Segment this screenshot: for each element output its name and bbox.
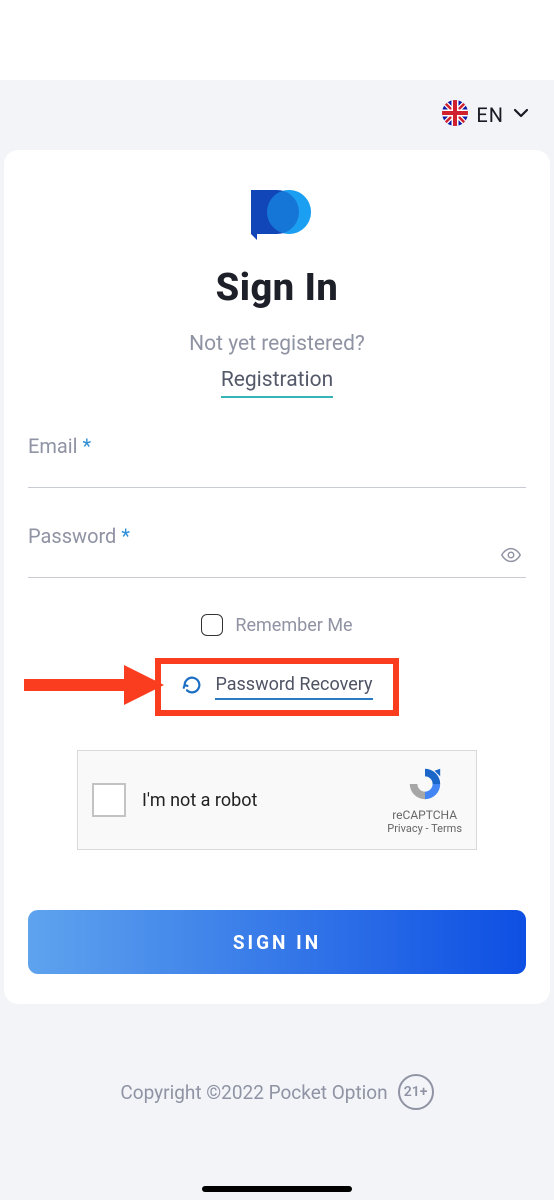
language-selector[interactable]: EN	[442, 100, 530, 130]
required-mark: *	[121, 524, 130, 548]
highlight-arrow-icon	[24, 665, 164, 709]
recaptcha-brand: reCAPTCHA	[387, 808, 462, 822]
uk-flag-icon	[442, 100, 468, 130]
remember-label: Remember Me	[235, 615, 352, 636]
footer: Copyright ©2022 Pocket Option 21+	[0, 1074, 554, 1110]
toggle-password-visibility-icon[interactable]	[500, 544, 522, 570]
chevron-down-icon	[512, 104, 530, 126]
recaptcha-logo-icon	[406, 793, 444, 806]
recaptcha-branding: reCAPTCHA Privacy - Terms	[387, 765, 462, 835]
email-label-text: Email	[28, 434, 78, 458]
password-field-wrap: Password *	[28, 524, 526, 578]
remember-me[interactable]: Remember Me	[28, 614, 526, 636]
refresh-icon	[181, 674, 203, 700]
top-bar: EN	[0, 80, 554, 150]
home-indicator	[202, 1186, 352, 1192]
checkbox-icon[interactable]	[201, 614, 223, 636]
prompt-text: Not yet registered?	[28, 332, 526, 356]
password-label-text: Password	[28, 524, 116, 548]
copyright-text: Copyright ©2022 Pocket Option	[120, 1081, 387, 1104]
password-label: Password *	[28, 524, 130, 548]
divider	[28, 577, 526, 578]
email-field-wrap: Email *	[28, 434, 526, 488]
page-title: Sign In	[28, 266, 526, 310]
recaptcha-text: I'm not a robot	[142, 790, 371, 811]
recaptcha-links[interactable]: Privacy - Terms	[387, 822, 462, 835]
status-bar-spacer	[0, 0, 554, 80]
signin-card: Sign In Not yet registered? Registration…	[4, 150, 550, 1004]
password-recovery-link[interactable]: Password Recovery	[215, 674, 372, 700]
recaptcha-checkbox[interactable]	[92, 783, 126, 817]
brand-logo	[28, 186, 526, 242]
sign-in-button[interactable]: SIGN IN	[28, 910, 526, 974]
recaptcha-widget[interactable]: I'm not a robot reCAPTCHA Privacy - Term…	[77, 750, 477, 850]
password-recovery-area: Password Recovery	[28, 658, 526, 716]
age-badge: 21+	[398, 1074, 434, 1110]
registration-link[interactable]: Registration	[221, 368, 333, 398]
divider	[28, 487, 526, 488]
highlight-box: Password Recovery	[155, 658, 398, 716]
language-label: EN	[476, 103, 504, 127]
email-label: Email *	[28, 434, 91, 458]
required-mark: *	[82, 434, 91, 458]
